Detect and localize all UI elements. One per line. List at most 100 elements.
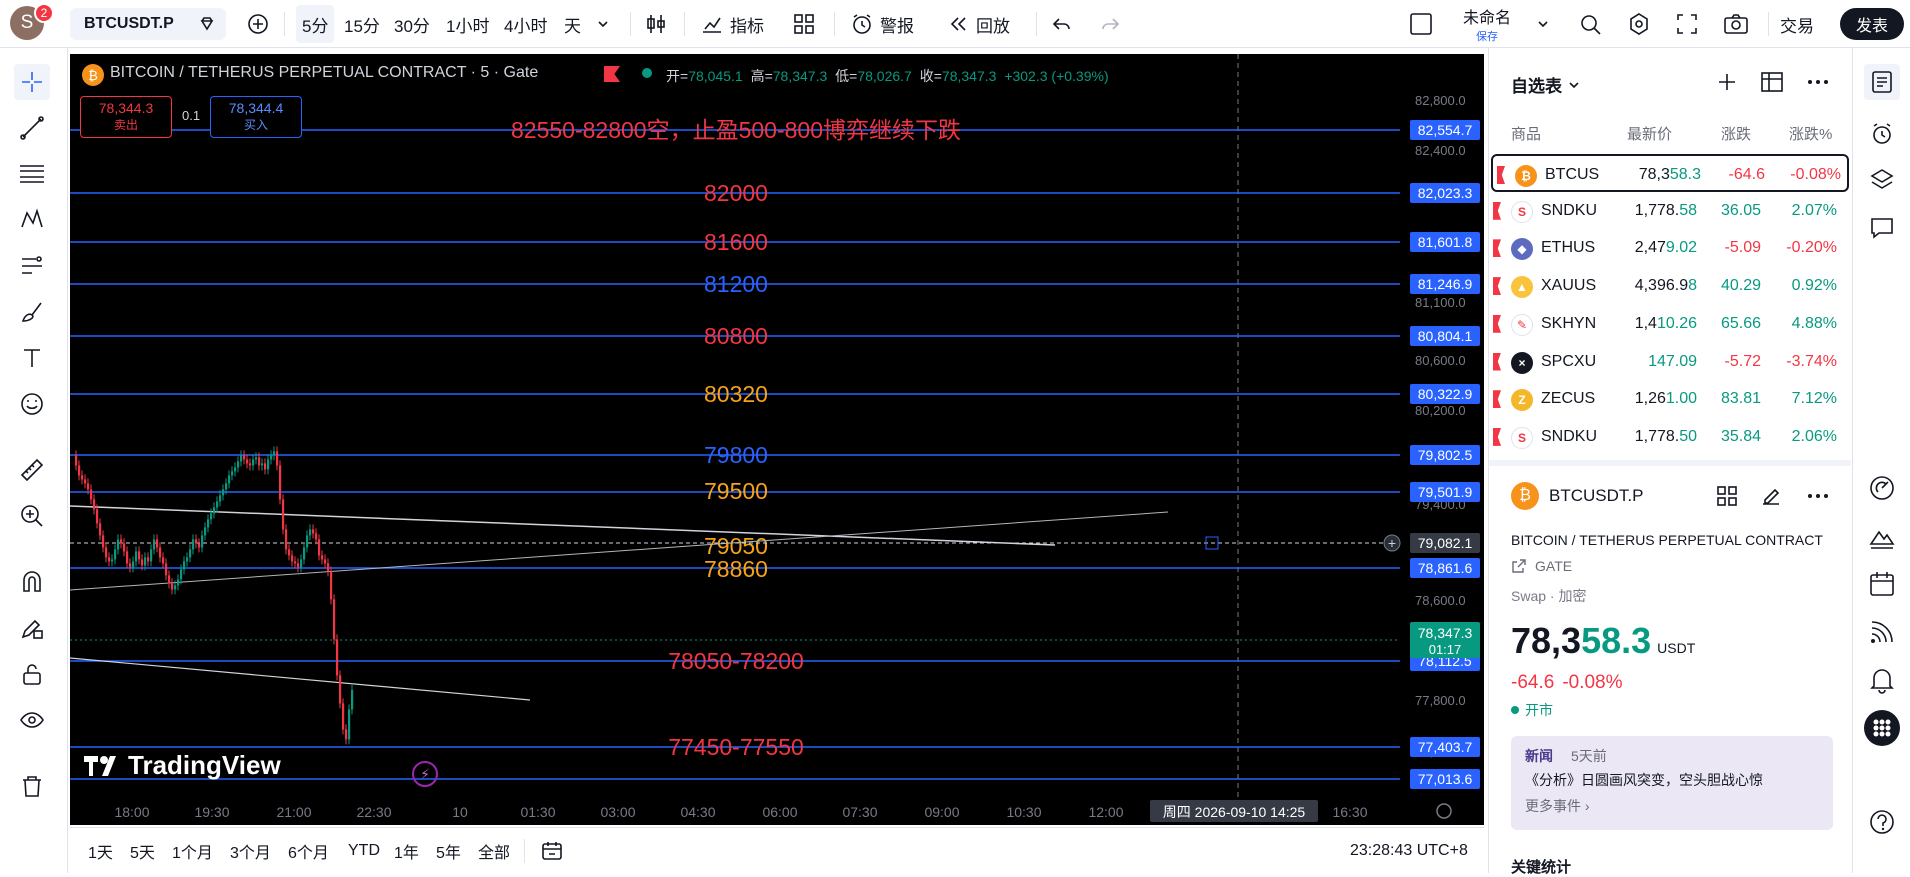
chat-tab[interactable] [1864,210,1900,246]
redo-button[interactable] [1098,0,1122,48]
flag-icon[interactable] [1493,277,1501,296]
fib-tool[interactable] [14,156,50,192]
emoji-tool[interactable] [14,386,50,422]
timeframe-1d[interactable]: 天 [558,5,587,43]
chart-type-button[interactable] [644,0,668,48]
range-1d[interactable]: 1天 [88,828,113,874]
streams-tab[interactable] [1864,614,1900,650]
timeframe-30m[interactable]: 30分 [388,5,436,43]
visibility-tool[interactable] [14,702,50,738]
timeframe-5m[interactable]: 5分 [296,5,335,43]
quick-search-button[interactable] [1578,0,1604,48]
ruler-tool[interactable] [14,452,50,488]
watchlist-row[interactable]: ₿ BTCUS 78,358.3 -64.6 -0.08% [1491,154,1849,192]
timeframe-dropdown[interactable] [596,0,610,48]
watchlist-row[interactable]: Z ZECUS 1,261.00 83.81 7.12% [1489,380,1851,418]
flag-icon[interactable] [1493,201,1501,220]
buy-button[interactable]: 78,344.4 买入 [210,96,302,138]
goto-date-button[interactable] [540,828,564,874]
calendar-tab[interactable] [1864,566,1900,602]
chart-area[interactable]: 82550-82800空，止盈500-800博弈继续下跌 82000 81600 81… [70,54,1484,825]
templates-button[interactable] [792,0,816,48]
range-6m[interactable]: 6个月 [288,828,329,874]
timeframe-1h[interactable]: 1小时 [440,5,495,43]
watchlist-row[interactable]: S SNDKU 1,778.58 36.05 2.07% [1489,192,1851,230]
notifications-tab[interactable] [1864,662,1900,698]
range-1y[interactable]: 1年 [394,828,419,874]
more-events-link[interactable]: 更多事件 › [1525,796,1590,816]
watchlist-row[interactable]: × SPCXU 147.09 -5.72 -3.74% [1489,343,1851,381]
flag-icon[interactable] [1497,166,1505,184]
timeframe-4h[interactable]: 4小时 [498,5,553,43]
layout-dropdown[interactable] [1536,0,1550,48]
zoom-tool[interactable] [14,498,50,534]
lightning-icon[interactable]: ⚡ [412,761,438,787]
indicators-button[interactable]: 指标 [700,0,764,48]
sell-button[interactable]: 78,344.3 卖出 [80,96,172,138]
replay-button[interactable]: 回放 [946,0,1010,48]
range-ytd[interactable]: YTD [348,828,380,874]
flag-icon[interactable] [1493,239,1501,258]
object-tree-tab[interactable] [1864,162,1900,198]
col-change-pct[interactable]: 涨跌% [1789,123,1832,144]
news-card[interactable]: 新闻 5天前 《分析》日圆画风突变，空头胆战心惊 更多事件 › [1511,736,1833,830]
range-5y[interactable]: 5年 [436,828,461,874]
range-3m[interactable]: 3个月 [230,828,271,874]
flag-icon[interactable] [1493,427,1501,446]
brush-tool[interactable] [14,294,50,330]
tradingview-watermark[interactable]: TradingView [84,750,281,781]
symbol-search-button[interactable]: BTCUSDT.P [70,8,226,40]
trendline[interactable] [70,511,1169,591]
magnet-tool[interactable] [14,564,50,600]
lock-tool[interactable] [14,656,50,692]
range-1m[interactable]: 1个月 [172,828,213,874]
publish-button[interactable]: 发表 [1840,8,1904,40]
layout-toggle[interactable] [1408,0,1434,48]
layout-name-button[interactable]: 未命名 保存 [1460,0,1514,48]
clock-display[interactable]: 23:28:43 UTC+8 [1350,828,1468,874]
crosshair-tool[interactable] [14,64,50,100]
timeframe-15m[interactable]: 15分 [338,5,386,43]
watchlist-more-button[interactable] [1805,70,1831,99]
trendline-tool[interactable] [14,110,50,146]
trade-button[interactable]: 交易 [1780,0,1814,48]
ideas-tab[interactable] [1864,518,1900,554]
col-last[interactable]: 最新价 [1627,123,1672,144]
watchlist-row[interactable]: ✎ SKHYN 1,410.26 65.66 4.88% [1489,305,1851,343]
delete-tool[interactable] [14,768,50,804]
detail-exchange[interactable]: GATE [1511,558,1572,574]
flag-icon[interactable] [1493,352,1501,371]
alert-button[interactable]: 警报 [850,0,914,48]
forecast-tool[interactable] [14,248,50,284]
chart-canvas[interactable]: 82550-82800空，止盈500-800博弈继续下跌 82000 81600 81… [70,54,1484,825]
detail-layout-button[interactable] [1715,484,1739,513]
advanced-view-button[interactable] [1759,70,1785,99]
undo-button[interactable] [1050,0,1074,48]
compare-button[interactable] [246,0,270,48]
hotlist-tab[interactable] [1864,470,1900,506]
fullscreen-button[interactable] [1674,0,1700,48]
range-5d[interactable]: 5天 [130,828,155,874]
watchlist-row[interactable]: ▲ XAUUS 4,396.98 40.29 0.92% [1489,267,1851,305]
add-symbol-button[interactable] [1715,70,1739,99]
watchlist-row[interactable]: S SNDKU 1,778.50 35.84 2.06% [1489,418,1851,456]
watchlist-row[interactable]: ◆ ETHUS 2,479.02 -5.09 -0.20% [1489,229,1851,267]
detail-more-button[interactable] [1805,484,1831,513]
flag-icon[interactable] [1493,314,1501,333]
chart-legend-title[interactable]: BITCOIN / TETHERUS PERPETUAL CONTRACT · … [110,64,538,82]
text-tool[interactable] [14,340,50,376]
trendline[interactable] [70,657,531,701]
flag-icon[interactable] [1493,390,1501,409]
drawing-mode-tool[interactable] [14,610,50,646]
settings-button[interactable] [1626,0,1652,48]
watchlist-tab[interactable] [1864,64,1900,100]
help-tab[interactable] [1864,804,1900,840]
col-symbol[interactable]: 商品 [1511,123,1541,144]
diamond-icon[interactable] [198,15,216,33]
screenshot-button[interactable] [1722,0,1750,48]
alerts-tab[interactable] [1864,116,1900,152]
col-change[interactable]: 涨跌 [1721,123,1751,144]
trendline[interactable] [70,505,1056,546]
detail-symbol[interactable]: BTCUSDT.P [1549,486,1643,506]
apps-tab[interactable] [1864,710,1900,746]
